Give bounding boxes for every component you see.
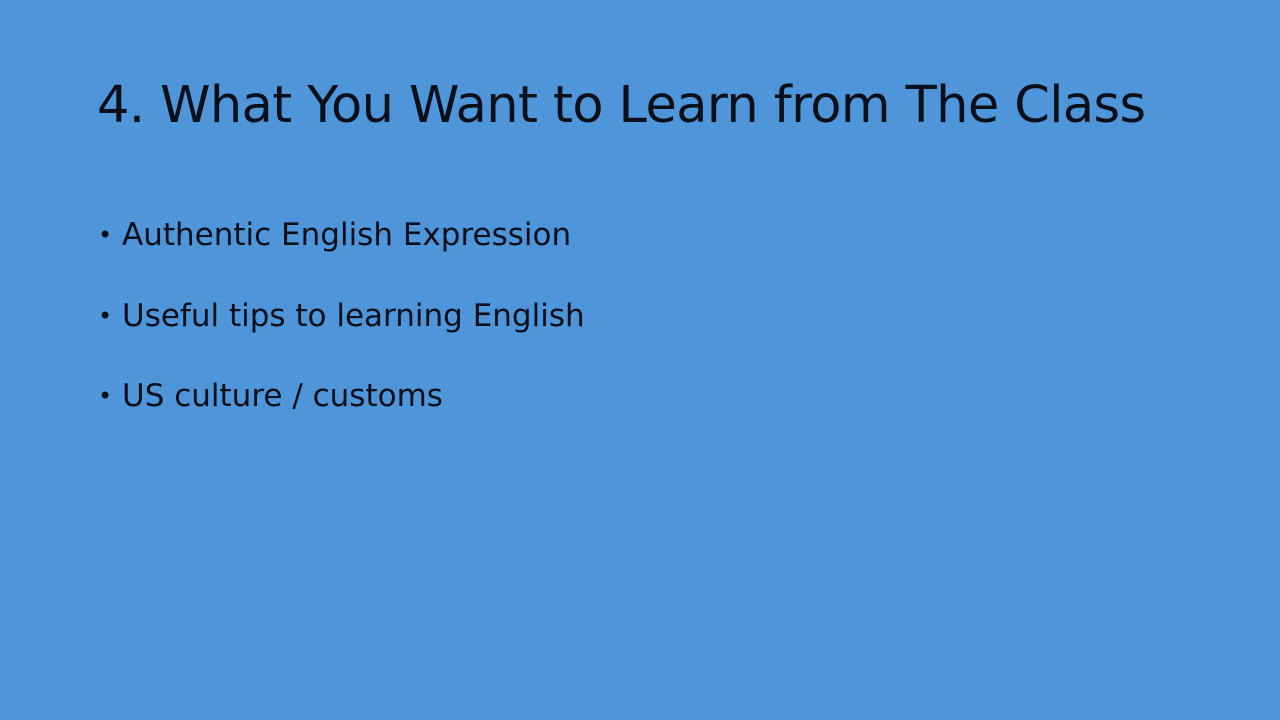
slide-title: 4. What You Want to Learn from The Class [97, 76, 1146, 135]
bullet-item: • Useful tips to learning English [98, 294, 585, 338]
bullet-icon: • [98, 301, 113, 330]
bullet-icon: • [98, 382, 113, 410]
bullet-text: Authentic English Expression [122, 217, 572, 253]
bullet-text: US culture / customs [122, 378, 443, 414]
slide: 4. What You Want to Learn from The Class… [0, 0, 1280, 720]
bullet-text: Useful tips to learning English [122, 297, 585, 334]
bullet-list: • Authentic English Expression • Useful … [98, 213, 585, 455]
bullet-item: • Authentic English Expression [98, 213, 585, 257]
bullet-item: • US culture / customs [98, 374, 585, 418]
bullet-icon: • [98, 221, 113, 249]
